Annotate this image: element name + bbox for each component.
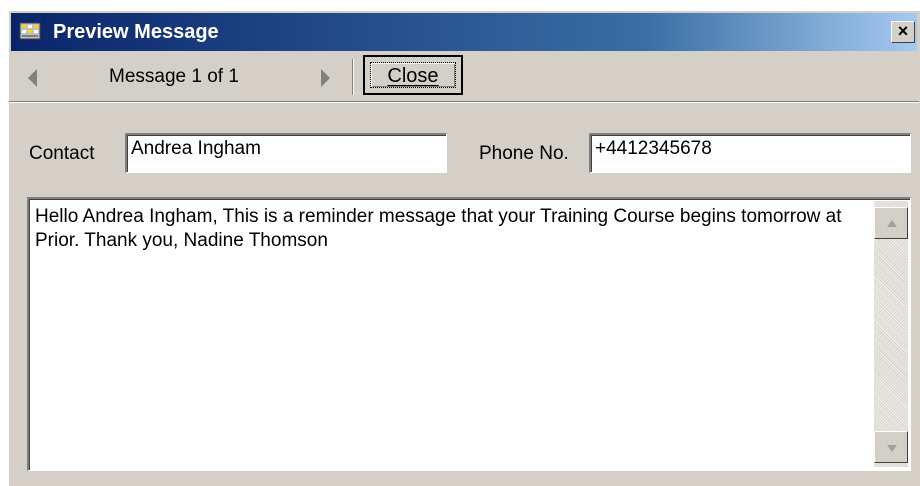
contact-label: Contact (29, 143, 95, 164)
scroll-up-button[interactable] (874, 207, 908, 239)
phone-label: Phone No. (479, 143, 569, 164)
arrow-left-icon[interactable] (25, 67, 41, 89)
toolbar: Message 1 of 1 Close (9, 53, 919, 101)
arrow-up-icon (887, 220, 897, 227)
message-counter: Message 1 of 1 (109, 66, 239, 87)
window-close-icon[interactable]: × (891, 21, 915, 43)
toolbar-separator (352, 59, 354, 95)
title-bar[interactable]: Preview Message × (11, 13, 917, 51)
contact-field[interactable]: Andrea Ingham (125, 133, 447, 173)
vertical-scrollbar[interactable] (874, 201, 908, 467)
close-button[interactable]: Close (363, 55, 463, 95)
phone-field[interactable]: +4412345678 (589, 133, 911, 173)
close-button-label: Close (387, 65, 439, 87)
arrow-right-icon[interactable] (317, 67, 333, 89)
toolbar-divider (9, 101, 919, 103)
scroll-down-button[interactable] (874, 431, 908, 463)
window-title: Preview Message (53, 21, 219, 43)
preview-message-window: Preview Message × Message 1 of 1 Close C… (8, 10, 920, 486)
message-body-textarea[interactable]: Hello Andrea Ingham, This is a reminder … (27, 197, 911, 471)
app-grid-icon (19, 20, 41, 42)
message-body-text: Hello Andrea Ingham, This is a reminder … (35, 206, 842, 251)
arrow-down-icon (887, 445, 897, 452)
